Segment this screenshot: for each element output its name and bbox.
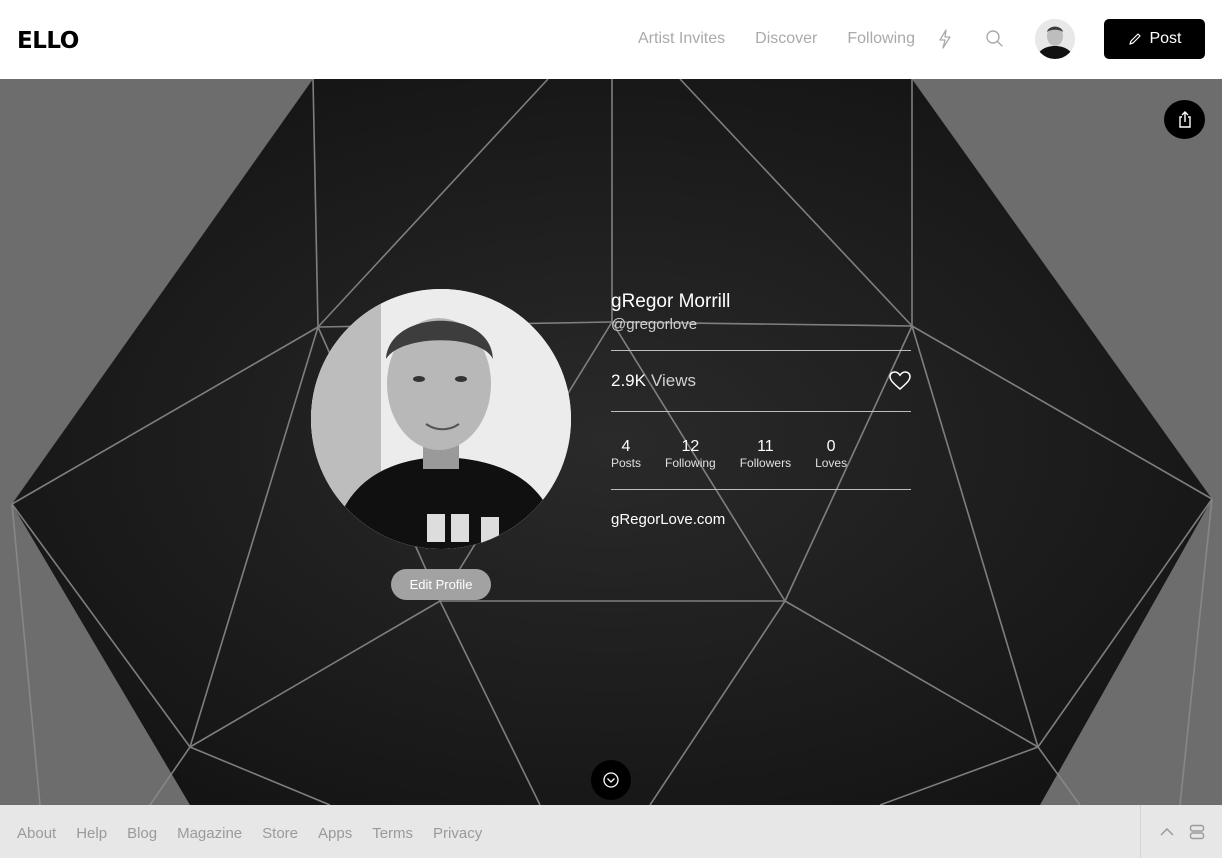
share-button[interactable] (1164, 100, 1205, 139)
post-button[interactable]: Post (1104, 19, 1205, 59)
stat-label: Posts (611, 456, 642, 470)
stat-value: 12 (681, 438, 700, 455)
website-link[interactable]: gRegorLove.com (611, 511, 911, 528)
divider (611, 489, 911, 490)
views-row: 2.9K Views (611, 351, 911, 411)
stat-label: Following (665, 456, 716, 470)
layout-toggle-icon[interactable] (1189, 824, 1205, 840)
nav-following[interactable]: Following (847, 30, 915, 48)
heart-icon[interactable] (889, 371, 911, 391)
edit-profile-button[interactable]: Edit Profile (391, 569, 491, 600)
stat-following[interactable]: 12 Following (665, 438, 716, 471)
footer-link-terms[interactable]: Terms (372, 825, 413, 842)
search-icon[interactable] (985, 28, 1005, 50)
footer-divider (1140, 805, 1141, 858)
stat-loves[interactable]: 0 Loves (815, 438, 847, 471)
scroll-down-button[interactable] (591, 760, 631, 800)
footer-link-store[interactable]: Store (262, 825, 298, 842)
avatar[interactable] (1035, 19, 1075, 59)
footer-link-about[interactable]: About (17, 825, 56, 842)
top-nav: ELLO Artist Invites Discover Following P… (0, 0, 1222, 79)
chevron-down-icon (603, 772, 619, 788)
profile-avatar (311, 289, 571, 549)
views-count: 2.9K (611, 371, 646, 390)
main-nav: Artist Invites Discover Following (638, 30, 915, 48)
views-label: Views (650, 371, 697, 390)
post-button-label: Post (1149, 30, 1182, 47)
footer-link-magazine[interactable]: Magazine (177, 825, 242, 842)
footer: About Help Blog Magazine Store Apps Term… (0, 805, 1222, 858)
stat-value: 0 (826, 438, 836, 455)
profile-info: gRegor Morrill @gregorlove 2.9K Views 4 … (611, 291, 911, 528)
profile-name: gRegor Morrill (611, 291, 731, 312)
profile-handle: @gregorlove (611, 316, 698, 333)
footer-link-privacy[interactable]: Privacy (433, 825, 482, 842)
stat-posts[interactable]: 4 Posts (611, 438, 641, 471)
pencil-icon (1129, 33, 1142, 45)
share-icon (1178, 110, 1191, 128)
chevron-up-icon[interactable] (1159, 825, 1175, 839)
footer-links: About Help Blog Magazine Store Apps Term… (17, 825, 482, 842)
stat-followers[interactable]: 11 Followers (740, 438, 791, 471)
stat-value: 11 (757, 438, 774, 455)
stat-label: Followers (739, 456, 792, 470)
nav-artist-invites[interactable]: Artist Invites (638, 30, 725, 48)
nav-discover[interactable]: Discover (755, 30, 817, 48)
ello-logo[interactable]: ELLO (17, 28, 79, 54)
profile-stats: 4 Posts 12 Following 11 Followers 0 Love… (611, 412, 911, 489)
footer-link-blog[interactable]: Blog (127, 825, 157, 842)
bolt-icon[interactable] (935, 28, 955, 50)
stat-value: 4 (621, 438, 631, 455)
footer-link-help[interactable]: Help (76, 825, 107, 842)
footer-link-apps[interactable]: Apps (318, 825, 352, 842)
stat-label: Loves (815, 456, 848, 470)
profile-hero: Edit Profile gRegor Morrill @gregorlove … (0, 79, 1222, 805)
